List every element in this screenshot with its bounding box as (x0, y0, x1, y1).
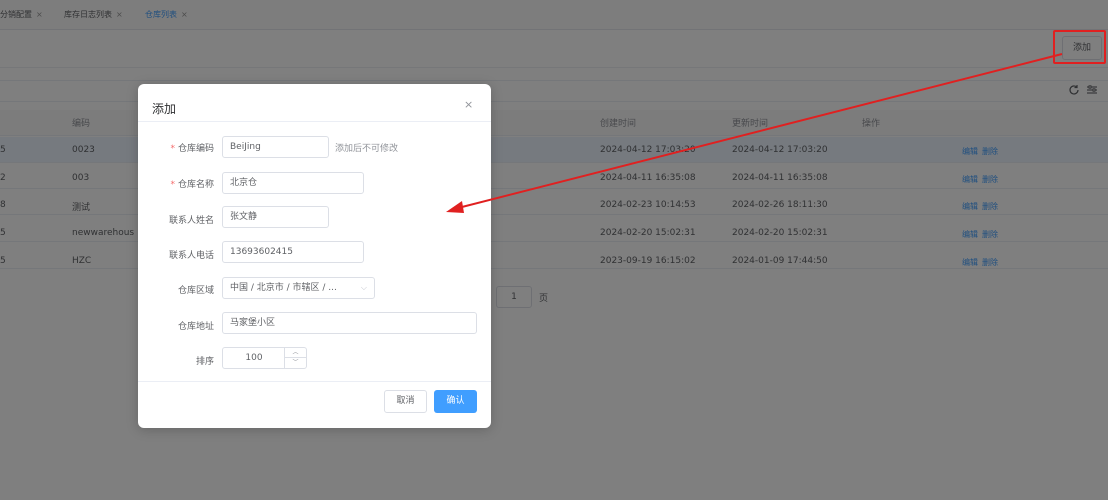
region-label: 仓库区域 (177, 286, 214, 296)
sort-stepper[interactable]: 100 ︿ ﹀ (222, 347, 307, 369)
confirm-button[interactable]: 确认 (434, 390, 477, 413)
code-label: * 仓库编码 (170, 144, 214, 154)
address-input[interactable]: 马家堡小区 (222, 312, 477, 334)
contact-name-input[interactable]: 张文静 (222, 206, 329, 228)
chevron-down-icon: ⌵ (360, 283, 367, 292)
cancel-button[interactable]: 取消 (384, 390, 427, 413)
add-warehouse-dialog: 添加 × * 仓库编码 BeiJing 添加后不可修改 * 仓库名称 北京仓 联系人… (138, 84, 491, 428)
contact-label: 联系人姓名 (168, 216, 214, 226)
close-icon[interactable]: × (464, 98, 473, 111)
contact-phone-input[interactable]: 13693602415 (222, 241, 364, 263)
increment-icon[interactable]: ︿ (284, 348, 306, 358)
annotation-highlight-box (1053, 30, 1106, 64)
phone-label: 联系人电话 (168, 251, 214, 261)
warehouse-code-input[interactable]: BeiJing (222, 136, 329, 158)
decrement-icon[interactable]: ﹀ (284, 358, 306, 368)
name-label: * 仓库名称 (170, 180, 214, 190)
required-mark: * (170, 180, 175, 190)
dialog-divider (138, 121, 491, 122)
sort-label: 排序 (195, 357, 214, 367)
code-hint: 添加后不可修改 (335, 144, 399, 154)
region-cascader[interactable]: 中国 / 北京市 / 市辖区 / ... ⌵ (222, 277, 375, 299)
dialog-footer-divider (138, 381, 491, 382)
required-mark: * (170, 144, 175, 154)
warehouse-name-input[interactable]: 北京仓 (222, 172, 364, 194)
dialog-title: 添加 (152, 102, 177, 116)
address-label: 仓库地址 (177, 322, 214, 332)
sort-value[interactable]: 100 (223, 348, 285, 368)
